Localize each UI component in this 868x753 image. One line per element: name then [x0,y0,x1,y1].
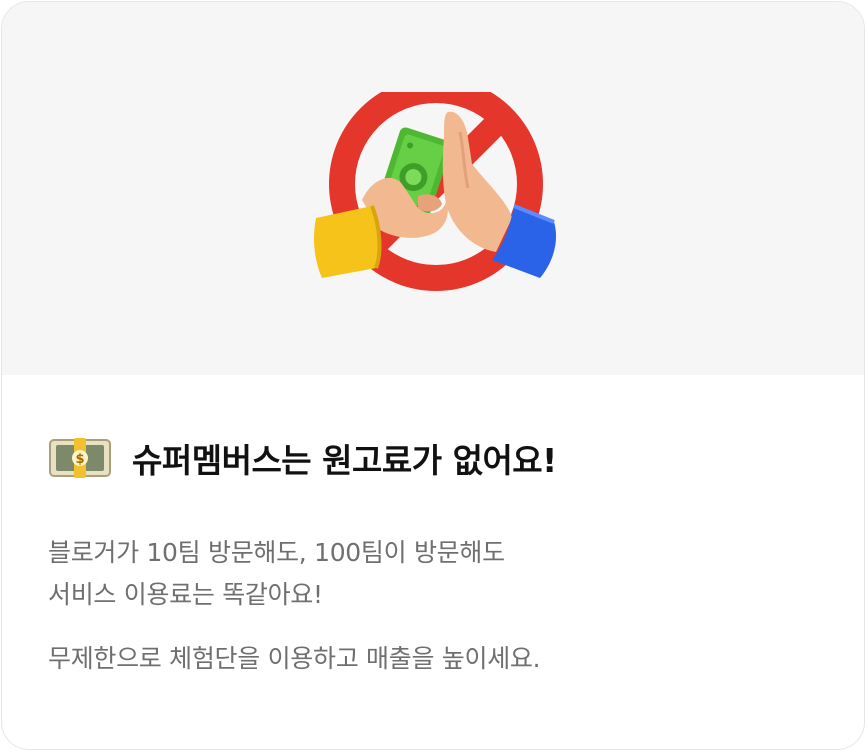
description-paragraph: 블로거가 10팀 방문해도, 100팀이 방문해도 서비스 이용료는 똑같아요! [48,532,824,616]
money-bill-icon: $ [49,438,111,478]
no-money-exchange-icon [314,92,557,291]
feature-card: $ 슈퍼멤버스는 원고료가 없어요! 블로거가 10팀 방문해도, 100팀이 … [1,1,865,750]
page-title: 슈퍼멤버스는 원고료가 없어요! [132,441,557,480]
card-content: $ 슈퍼멤버스는 원고료가 없어요! 블로거가 10팀 방문해도, 100팀이 … [48,430,824,680]
hero-illustration-area [2,2,864,375]
heading-row: $ 슈퍼멤버스는 원고료가 없어요! [48,430,824,486]
description-line: 무제한으로 체험단을 이용하고 매출을 높이세요. [48,644,541,673]
svg-text:$: $ [75,452,84,467]
description-line: 서비스 이용료는 똑같아요! [48,580,323,609]
description-line: 블로거가 10팀 방문해도, 100팀이 방문해도 [48,538,505,567]
description-paragraph: 무제한으로 체험단을 이용하고 매출을 높이세요. [48,638,824,680]
